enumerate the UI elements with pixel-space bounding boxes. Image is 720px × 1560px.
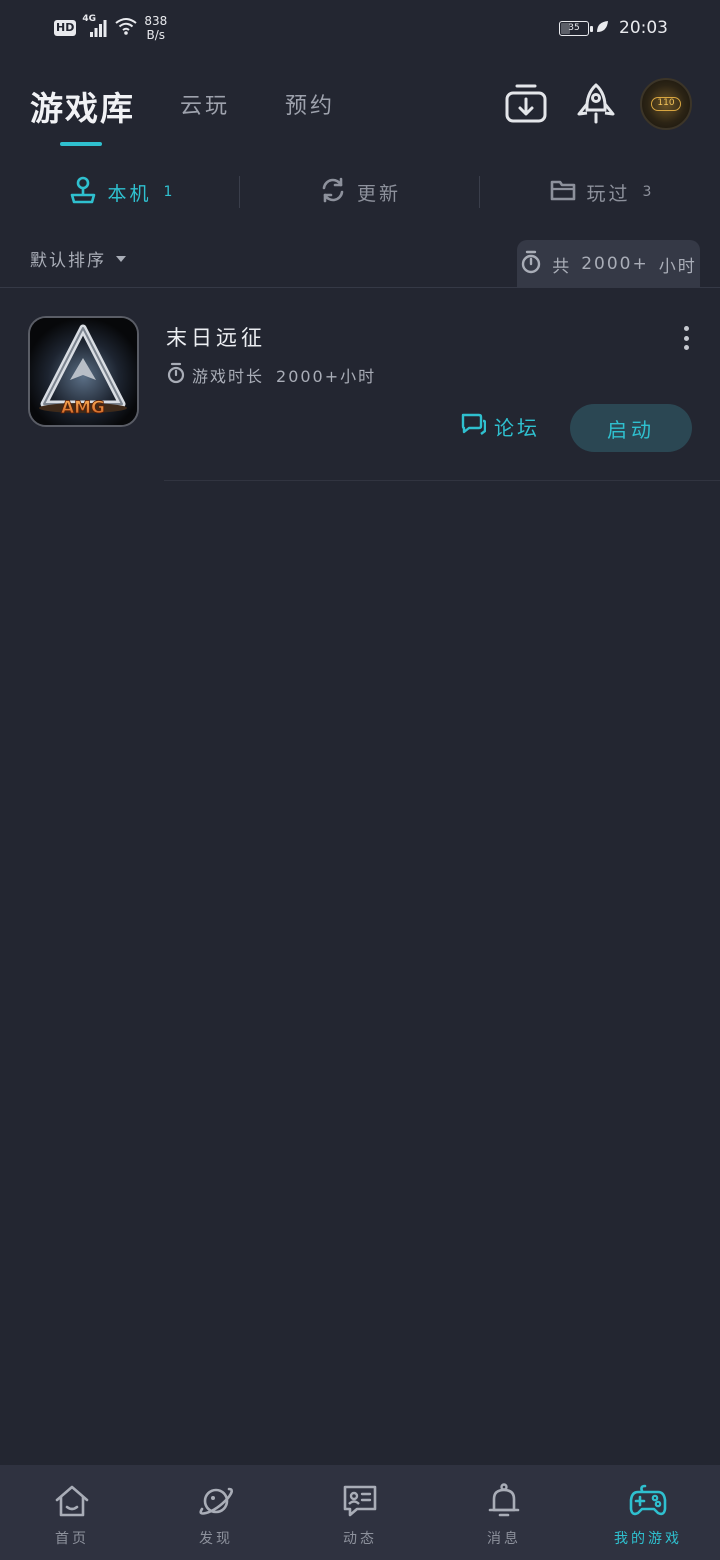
subtab-updates-label: 更新 — [356, 182, 401, 205]
avatar[interactable]: 110 — [640, 78, 692, 130]
rocket-icon[interactable] — [574, 82, 618, 126]
game-playtime: 游戏时长 2000+小时 — [166, 362, 376, 388]
sort-row: 默认排序 共 2000+ 小时 — [0, 238, 720, 288]
bell-icon — [488, 1483, 520, 1517]
tab-cloud-play[interactable]: 云玩 — [180, 88, 230, 120]
gamepad-icon — [629, 1484, 667, 1516]
battery-icon: 35 — [559, 20, 593, 36]
leaf-icon — [595, 19, 609, 38]
folder-icon — [549, 177, 577, 208]
nav-my-games[interactable]: 我的游戏 — [576, 1465, 720, 1560]
divider — [164, 480, 720, 481]
forum-label: 论坛 — [494, 416, 540, 440]
wifi-icon — [114, 16, 138, 40]
forum-button[interactable]: 论坛 — [460, 412, 540, 441]
sub-tabs: 本机 1 更新 玩过 3 — [0, 168, 720, 216]
stopwatch-icon — [520, 250, 542, 279]
tab-game-library[interactable]: 游戏库 — [30, 82, 135, 130]
nav-my-games-label: 我的游戏 — [614, 1531, 682, 1547]
signal-icon: 4G — [82, 14, 108, 38]
divider — [0, 287, 720, 288]
status-bar: HD 4G 838 B/s 35 20:03 — [0, 0, 720, 56]
game-icon-text: AMG — [61, 398, 105, 418]
subtab-local[interactable]: 本机 1 — [0, 168, 240, 216]
tab-active-indicator — [60, 142, 102, 146]
sort-dropdown[interactable]: 默认排序 — [30, 246, 126, 271]
total-prefix: 共 — [552, 256, 572, 277]
home-icon — [55, 1485, 89, 1517]
subtab-updates[interactable]: 更新 — [240, 168, 480, 216]
playtime-label: 游戏时长 — [192, 367, 265, 386]
game-card[interactable]: AMG 末日远征 游戏时长 2000+小时 论坛 启动 — [0, 300, 720, 482]
sort-label: 默认排序 — [30, 251, 106, 271]
nav-home-label: 首页 — [55, 1531, 89, 1547]
caret-down-icon — [116, 255, 126, 262]
nav-discover-label: 发现 — [199, 1531, 233, 1547]
feed-icon — [343, 1485, 377, 1517]
status-right: 35 20:03 — [559, 18, 668, 38]
header: 游戏库 云玩 预约 110 — [0, 70, 720, 150]
network-speed-value: 838 — [144, 14, 168, 28]
nav-home[interactable]: 首页 — [0, 1465, 144, 1560]
refresh-icon — [319, 176, 347, 209]
game-icon[interactable]: AMG — [28, 316, 139, 427]
subtab-played[interactable]: 玩过 3 — [480, 168, 720, 216]
clock: 20:03 — [619, 18, 668, 38]
network-speed: 838 B/s — [144, 14, 167, 42]
avatar-badge: 110 — [651, 97, 681, 111]
battery-level: 35 — [568, 23, 580, 33]
status-left: HD 4G 838 B/s — [54, 14, 167, 42]
nav-messages[interactable]: 消息 — [432, 1465, 576, 1560]
launch-button[interactable]: 启动 — [570, 404, 692, 452]
network-speed-unit: B/s — [146, 28, 166, 42]
subtab-played-count: 3 — [642, 184, 652, 200]
hd-badge: HD — [54, 20, 77, 36]
subtab-local-label: 本机 — [107, 182, 152, 205]
total-value: 2000+ — [581, 254, 649, 274]
nav-discover[interactable]: 发现 — [144, 1465, 288, 1560]
stopwatch-icon — [166, 362, 186, 388]
subtab-local-count: 1 — [163, 184, 173, 200]
download-manager-icon[interactable] — [504, 82, 548, 126]
tab-reservation[interactable]: 预约 — [285, 88, 335, 120]
nav-messages-label: 消息 — [487, 1531, 521, 1547]
total-unit: 小时 — [658, 256, 697, 277]
nav-feed-label: 动态 — [343, 1531, 377, 1547]
subtab-played-label: 玩过 — [586, 182, 631, 205]
more-options-icon[interactable] — [676, 326, 696, 350]
joystick-icon — [68, 175, 98, 210]
total-playtime: 共 2000+ 小时 — [517, 240, 700, 288]
planet-icon — [199, 1487, 234, 1515]
game-title[interactable]: 末日远征 — [166, 322, 266, 352]
playtime-value: 2000+小时 — [276, 367, 377, 386]
chat-icon — [460, 412, 487, 441]
bottom-nav: 首页 发现 动态 消息 我的游戏 — [0, 1465, 720, 1560]
nav-feed[interactable]: 动态 — [288, 1465, 432, 1560]
